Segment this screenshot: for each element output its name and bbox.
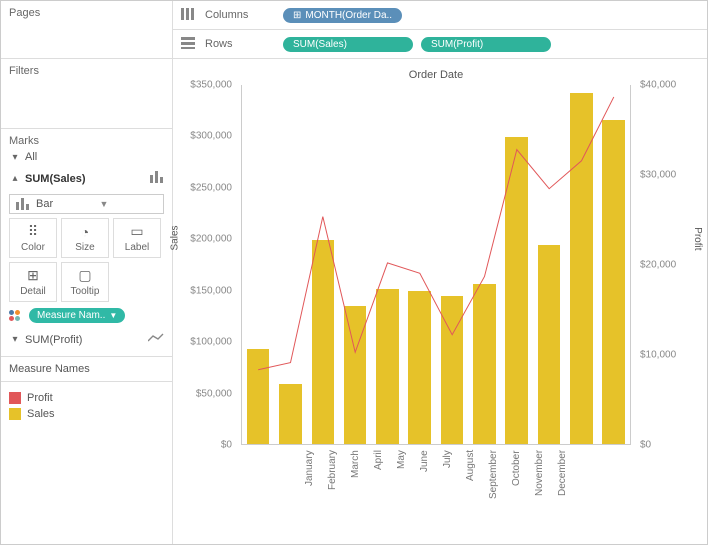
x-axis-labels: JanuaryFebruaryMarchAprilMayJuneJulyAugu… [298, 450, 574, 522]
y-left-tick: $100,000 [185, 337, 235, 348]
chevron-up-icon: ▴ [9, 173, 21, 184]
bars-icon [144, 171, 164, 186]
y-left-axis: $0$50,000$100,000$150,000$200,000$250,00… [185, 85, 235, 445]
y-right-tick: $0 [637, 440, 687, 451]
x-tick-label: May [390, 450, 413, 522]
rows-label: Rows [205, 38, 275, 50]
rows-pill-profit[interactable]: SUM(Profit) [421, 37, 551, 52]
pages-title: Pages [9, 7, 164, 19]
chevron-down-icon: ▾ [9, 152, 21, 163]
filters-panel: Filters [1, 59, 173, 129]
mark-type-label: Bar [36, 198, 94, 210]
pages-panel: Pages [1, 1, 173, 59]
label-icon: ▭ [130, 223, 143, 240]
marks-all-row[interactable]: ▾ All [9, 147, 164, 167]
x-tick-label: December [551, 450, 574, 522]
x-tick-label: September [482, 450, 505, 522]
plot: Sales Profit $0$50,000$100,000$150,000$2… [185, 85, 687, 445]
filters-title: Filters [9, 65, 164, 77]
y-left-tick: $350,000 [185, 80, 235, 91]
x-tick-label: November [528, 450, 551, 522]
y-right-tick: $20,000 [637, 260, 687, 271]
legend-panel: Profit Sales [1, 382, 173, 544]
y-left-tick: $50,000 [185, 388, 235, 399]
columns-shelf[interactable]: Columns ⊞ MONTH(Order Da.. [173, 1, 707, 30]
profit-line[interactable] [258, 97, 614, 370]
columns-icon [181, 8, 197, 23]
rows-icon [181, 37, 197, 52]
x-tick-label: June [413, 450, 436, 522]
y-left-tick: $150,000 [185, 285, 235, 296]
chart-title: Order Date [185, 69, 687, 81]
worksheet: Columns ⊞ MONTH(Order Da.. Rows SUM(Sale… [173, 1, 707, 544]
legend-title: Measure Names [9, 363, 90, 375]
y-right-tick: $10,000 [637, 350, 687, 361]
legend-swatch [9, 408, 21, 420]
tooltip-icon: ▢ [78, 267, 91, 284]
mark-type-select[interactable]: Bar ▼ [9, 194, 164, 214]
y-right-axis-label: Profit [692, 227, 703, 250]
plus-icon: ⊞ [293, 10, 301, 21]
chevron-down-icon: ▾ [9, 334, 21, 345]
dropdown-arrow-icon: ▼ [109, 311, 117, 320]
columns-pill[interactable]: ⊞ MONTH(Order Da.. [283, 8, 402, 23]
legend-item-profit[interactable]: Profit [9, 392, 164, 404]
color-card[interactable]: ⠿Color [9, 218, 57, 258]
columns-label: Columns [205, 9, 275, 21]
measure-names-pill[interactable]: Measure Nam.. ▼ [29, 308, 125, 323]
legend-header: Measure Names [1, 357, 173, 382]
x-tick-label: March [344, 450, 367, 522]
marks-all-label: All [25, 151, 164, 163]
marks-profit-row[interactable]: ▾ SUM(Profit) [9, 329, 164, 350]
x-tick-label: October [505, 450, 528, 522]
measure-names-row[interactable]: Measure Nam.. ▼ [9, 308, 164, 323]
bars-icon [16, 198, 30, 210]
rows-shelf[interactable]: Rows SUM(Sales) SUM(Profit) [173, 30, 707, 59]
y-left-tick: $200,000 [185, 234, 235, 245]
marks-profit-label: SUM(Profit) [25, 334, 144, 346]
y-left-tick: $300,000 [185, 131, 235, 142]
line-icon [144, 333, 164, 346]
y-left-tick: $0 [185, 440, 235, 451]
x-tick-label: April [367, 450, 390, 522]
marks-panel: Marks ▾ All ▴ SUM(Sales) Bar ▼ ⠿Color ◔S… [1, 129, 173, 357]
side-panels: Pages Filters Marks ▾ All ▴ SUM(Sales) B… [1, 1, 173, 544]
rows-pill-sales[interactable]: SUM(Sales) [283, 37, 413, 52]
color-dots-icon [9, 310, 23, 321]
y-right-tick: $30,000 [637, 170, 687, 181]
viz-canvas: Order Date Sales Profit $0 $50,000 $100,00… [173, 59, 707, 544]
color-icon: ⠿ [28, 223, 38, 240]
y-right-tick: $40,000 [637, 80, 687, 91]
marks-sales-row[interactable]: ▴ SUM(Sales) [9, 167, 164, 190]
legend-swatch [9, 392, 21, 404]
dropdown-arrow-icon: ▼ [100, 199, 158, 209]
marks-title: Marks [9, 135, 164, 147]
size-icon: ◔ [81, 224, 89, 240]
detail-icon: ⊞ [27, 267, 39, 284]
x-tick-label: January [298, 450, 321, 522]
x-tick-label: July [436, 450, 459, 522]
y-left-tick: $250,000 [185, 182, 235, 193]
legend-item-sales[interactable]: Sales [9, 408, 164, 420]
marks-sales-label: SUM(Sales) [25, 173, 144, 185]
y-left-axis-label: Sales [170, 225, 181, 250]
tooltip-card[interactable]: ▢Tooltip [61, 262, 109, 302]
detail-card[interactable]: ⊞Detail [9, 262, 57, 302]
label-card[interactable]: ▭Label [113, 218, 161, 258]
x-tick-label: August [459, 450, 482, 522]
size-card[interactable]: ◔Size [61, 218, 109, 258]
x-tick-label: February [321, 450, 344, 522]
y-right-axis: $0$10,000$20,000$30,000$40,000 [637, 85, 687, 445]
plot-area[interactable]: JanuaryFebruaryMarchAprilMayJuneJulyAugu… [241, 85, 631, 445]
marks-cards: ⠿Color ◔Size ▭Label ⊞Detail ▢Tooltip [9, 218, 164, 302]
line-layer [242, 85, 630, 444]
